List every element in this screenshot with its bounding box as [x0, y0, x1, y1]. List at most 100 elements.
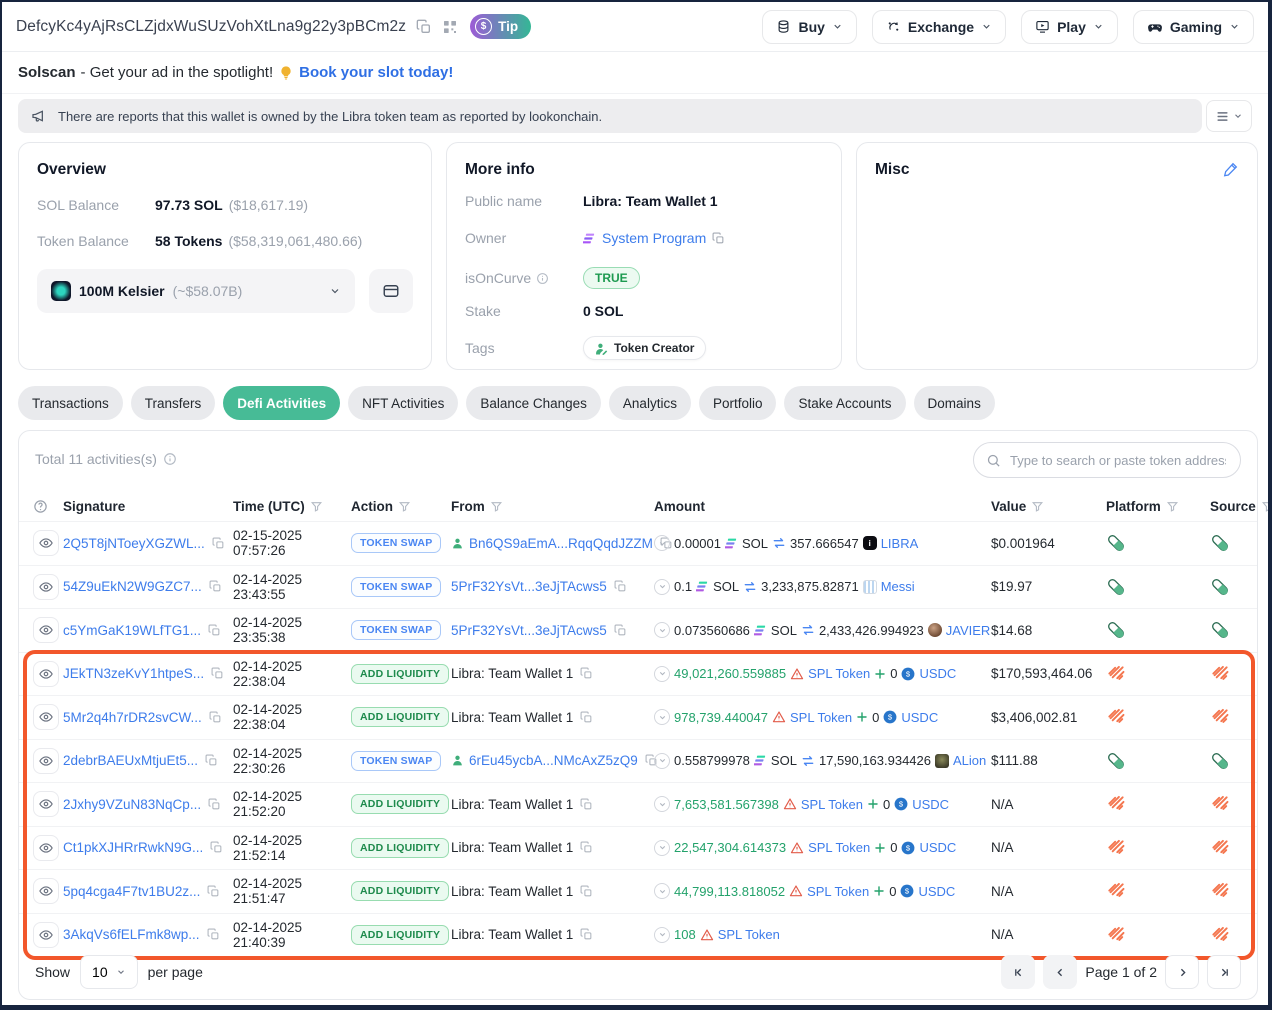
expand-amount-button[interactable]: [654, 579, 670, 595]
token-1-link[interactable]: SPL Token: [790, 710, 852, 725]
preview-transaction-button[interactable]: [33, 791, 59, 817]
filter-icon[interactable]: [1166, 500, 1179, 513]
token-1-link[interactable]: SPL Token: [808, 666, 870, 681]
copy-button[interactable]: [207, 885, 220, 898]
token-1-link[interactable]: SPL Token: [718, 927, 780, 942]
copy-button[interactable]: [614, 624, 627, 637]
tab-analytics[interactable]: Analytics: [609, 386, 691, 420]
copy-button[interactable]: [209, 711, 222, 724]
preview-transaction-button[interactable]: [33, 617, 59, 643]
token-2-link[interactable]: USDC: [919, 840, 956, 855]
copy-button[interactable]: [212, 537, 225, 550]
filter-icon[interactable]: [398, 500, 411, 513]
expand-amount-button[interactable]: [654, 883, 670, 899]
token-2-link[interactable]: ALion: [953, 753, 986, 768]
notice-list-toggle[interactable]: [1206, 100, 1252, 132]
copy-button[interactable]: [211, 667, 224, 680]
tab-nft-activities[interactable]: NFT Activities: [348, 386, 458, 420]
play-menu-button[interactable]: Play: [1021, 10, 1118, 44]
preview-transaction-button[interactable]: [33, 574, 59, 600]
preview-transaction-button[interactable]: [33, 704, 59, 730]
last-page-button[interactable]: [1207, 955, 1241, 989]
ad-link[interactable]: Book your slot today!: [299, 64, 453, 81]
copy-address-button[interactable]: [416, 19, 432, 35]
owner-link[interactable]: System Program: [602, 230, 706, 246]
expand-amount-button[interactable]: [654, 840, 670, 856]
preview-transaction-button[interactable]: [33, 835, 59, 861]
signature-link[interactable]: 5Mr2q4h7rDR2svCW...: [63, 710, 202, 725]
filter-icon[interactable]: [310, 500, 323, 513]
copy-button[interactable]: [580, 841, 593, 854]
signature-link[interactable]: 2debrBAEUxMtjuEt5...: [63, 753, 198, 768]
first-page-button[interactable]: [1001, 955, 1035, 989]
expand-amount-button[interactable]: [654, 535, 670, 551]
page-size-select[interactable]: 10: [80, 955, 138, 989]
tip-button[interactable]: $Tip: [470, 14, 531, 39]
token-1-link[interactable]: SPL Token: [807, 884, 869, 899]
prev-page-button[interactable]: [1043, 955, 1077, 989]
from-address-link[interactable]: Libra: Team Wallet 1: [451, 884, 573, 899]
from-address-link[interactable]: Libra: Team Wallet 1: [451, 840, 573, 855]
preview-transaction-button[interactable]: [33, 661, 59, 687]
copy-button[interactable]: [207, 928, 220, 941]
copy-button[interactable]: [208, 798, 221, 811]
tab-transfers[interactable]: Transfers: [131, 386, 216, 420]
expand-amount-button[interactable]: [654, 927, 670, 943]
copy-button[interactable]: [205, 754, 218, 767]
next-page-button[interactable]: [1165, 955, 1199, 989]
copy-button[interactable]: [580, 885, 593, 898]
signature-link[interactable]: JEkTN3zeKvY1htpeS...: [63, 666, 204, 681]
from-address-link[interactable]: Libra: Team Wallet 1: [451, 666, 573, 681]
copy-button[interactable]: [614, 580, 627, 593]
signature-link[interactable]: 3AkqVs6fELFmk8wp...: [63, 927, 200, 942]
portfolio-wallet-button[interactable]: [369, 269, 413, 313]
qr-code-button[interactable]: [442, 19, 458, 35]
signature-link[interactable]: Ct1pkXJHRrRwkN9G...: [63, 840, 203, 855]
token-1-link[interactable]: SPL Token: [801, 797, 863, 812]
copy-button[interactable]: [580, 667, 593, 680]
preview-transaction-button[interactable]: [33, 922, 59, 948]
expand-amount-button[interactable]: [654, 709, 670, 725]
from-address-link[interactable]: Libra: Team Wallet 1: [451, 710, 573, 725]
expand-amount-button[interactable]: [654, 753, 670, 769]
copy-button[interactable]: [209, 580, 222, 593]
copy-button[interactable]: [580, 928, 593, 941]
preview-transaction-button[interactable]: [33, 530, 59, 556]
filter-icon[interactable]: [490, 500, 503, 513]
from-address-link[interactable]: 6rEu45ycbA...NMcAxZ5zQ9: [469, 753, 638, 768]
copy-owner-button[interactable]: [712, 232, 725, 245]
token-select[interactable]: 100M Kelsier (~$58.07B): [37, 269, 355, 313]
gaming-menu-button[interactable]: Gaming: [1133, 10, 1254, 44]
from-address-link[interactable]: Bn6QS9aEmA...RqqQqdJZZM: [469, 536, 653, 551]
tab-stake-accounts[interactable]: Stake Accounts: [784, 386, 905, 420]
expand-amount-button[interactable]: [654, 622, 670, 638]
signature-link[interactable]: 54Z9uEkN2W9GZC7...: [63, 579, 202, 594]
signature-link[interactable]: 2Q5T8jNToeyXGZWL...: [63, 536, 205, 551]
token-2-link[interactable]: USDC: [912, 797, 949, 812]
token-2-link[interactable]: Messi: [881, 579, 915, 594]
tab-balance-changes[interactable]: Balance Changes: [466, 386, 601, 420]
exchange-menu-button[interactable]: Exchange: [872, 10, 1006, 44]
filter-icon[interactable]: [1031, 500, 1044, 513]
from-address-link[interactable]: 5PrF32YsVt...3eJjTAcws5: [451, 623, 607, 638]
buy-menu-button[interactable]: Buy: [762, 10, 856, 44]
copy-button[interactable]: [210, 841, 223, 854]
expand-amount-button[interactable]: [654, 666, 670, 682]
signature-link[interactable]: 5pq4cga4F7tv1BU2z...: [63, 884, 200, 899]
tab-defi-activities[interactable]: Defi Activities: [223, 386, 340, 420]
token-2-link[interactable]: JAVIER: [946, 623, 991, 638]
from-address-link[interactable]: Libra: Team Wallet 1: [451, 927, 573, 942]
token-2-link[interactable]: USDC: [918, 884, 955, 899]
search-input[interactable]: [1008, 452, 1228, 469]
token-1-link[interactable]: SPL Token: [808, 840, 870, 855]
token-creator-tag[interactable]: Token Creator: [583, 336, 706, 360]
tab-portfolio[interactable]: Portfolio: [699, 386, 777, 420]
signature-link[interactable]: c5YmGaK19WLfTG1...: [63, 623, 201, 638]
token-2-link[interactable]: USDC: [919, 666, 956, 681]
preview-transaction-button[interactable]: [33, 748, 59, 774]
copy-button[interactable]: [208, 624, 221, 637]
token-2-link[interactable]: LIBRA: [881, 536, 919, 551]
from-address-link[interactable]: Libra: Team Wallet 1: [451, 797, 573, 812]
from-address-link[interactable]: 5PrF32YsVt...3eJjTAcws5: [451, 579, 607, 594]
copy-button[interactable]: [580, 711, 593, 724]
